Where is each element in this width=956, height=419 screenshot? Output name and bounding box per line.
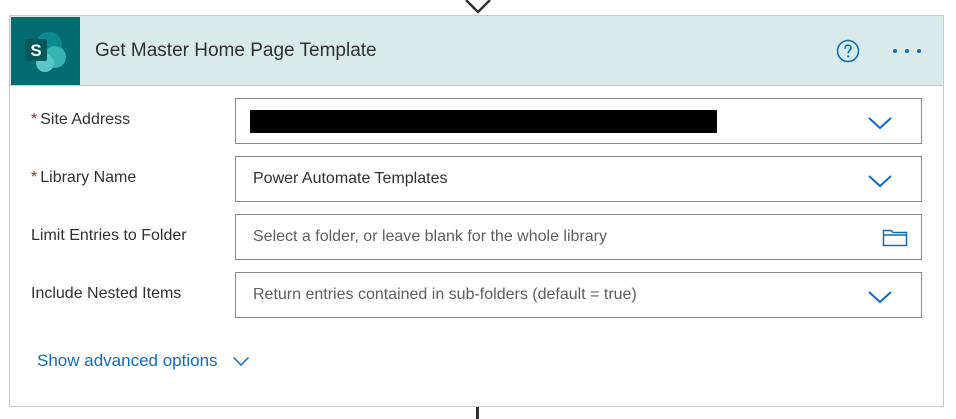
include-nested-dropdown[interactable]: Return entries contained in sub-folders …: [235, 272, 922, 318]
library-name-dropdown[interactable]: Power Automate Templates: [235, 156, 922, 202]
required-marker: *: [31, 111, 38, 128]
redacted-value: [250, 110, 717, 133]
action-title: Get Master Home Page Template: [95, 40, 377, 61]
site-address-label: * Site Address: [31, 111, 131, 128]
limit-folder-label: Limit Entries to Folder: [31, 227, 187, 244]
site-address-dropdown[interactable]: [235, 98, 922, 144]
folder-icon[interactable]: [882, 227, 908, 247]
library-name-label: * Library Name: [31, 169, 137, 186]
connector-line: [476, 407, 479, 419]
svg-text:S: S: [30, 41, 41, 60]
chevron-down-icon: [232, 356, 249, 366]
more-options-icon[interactable]: [890, 40, 930, 62]
chevron-down-icon[interactable]: [867, 289, 893, 305]
library-name-value: Power Automate Templates: [253, 170, 448, 187]
connector-arrow-icon: [465, 0, 491, 14]
chevron-down-icon[interactable]: [867, 115, 893, 131]
limit-folder-input[interactable]: Select a folder, or leave blank for the …: [235, 214, 922, 260]
include-nested-placeholder: Return entries contained in sub-folders …: [253, 286, 637, 303]
action-card-header[interactable]: S Get Master Home Page Template: [10, 16, 943, 86]
sharepoint-icon: S: [11, 17, 80, 85]
show-advanced-options-label: Show advanced options: [37, 351, 218, 370]
action-card: S Get Master Home Page Template * Site Ad…: [9, 15, 944, 407]
show-advanced-options-link[interactable]: Show advanced options: [37, 351, 250, 371]
chevron-down-icon[interactable]: [867, 173, 893, 189]
limit-folder-placeholder: Select a folder, or leave blank for the …: [253, 228, 607, 245]
help-icon[interactable]: [836, 39, 860, 63]
include-nested-label: Include Nested Items: [31, 285, 182, 302]
required-marker: *: [31, 169, 38, 186]
